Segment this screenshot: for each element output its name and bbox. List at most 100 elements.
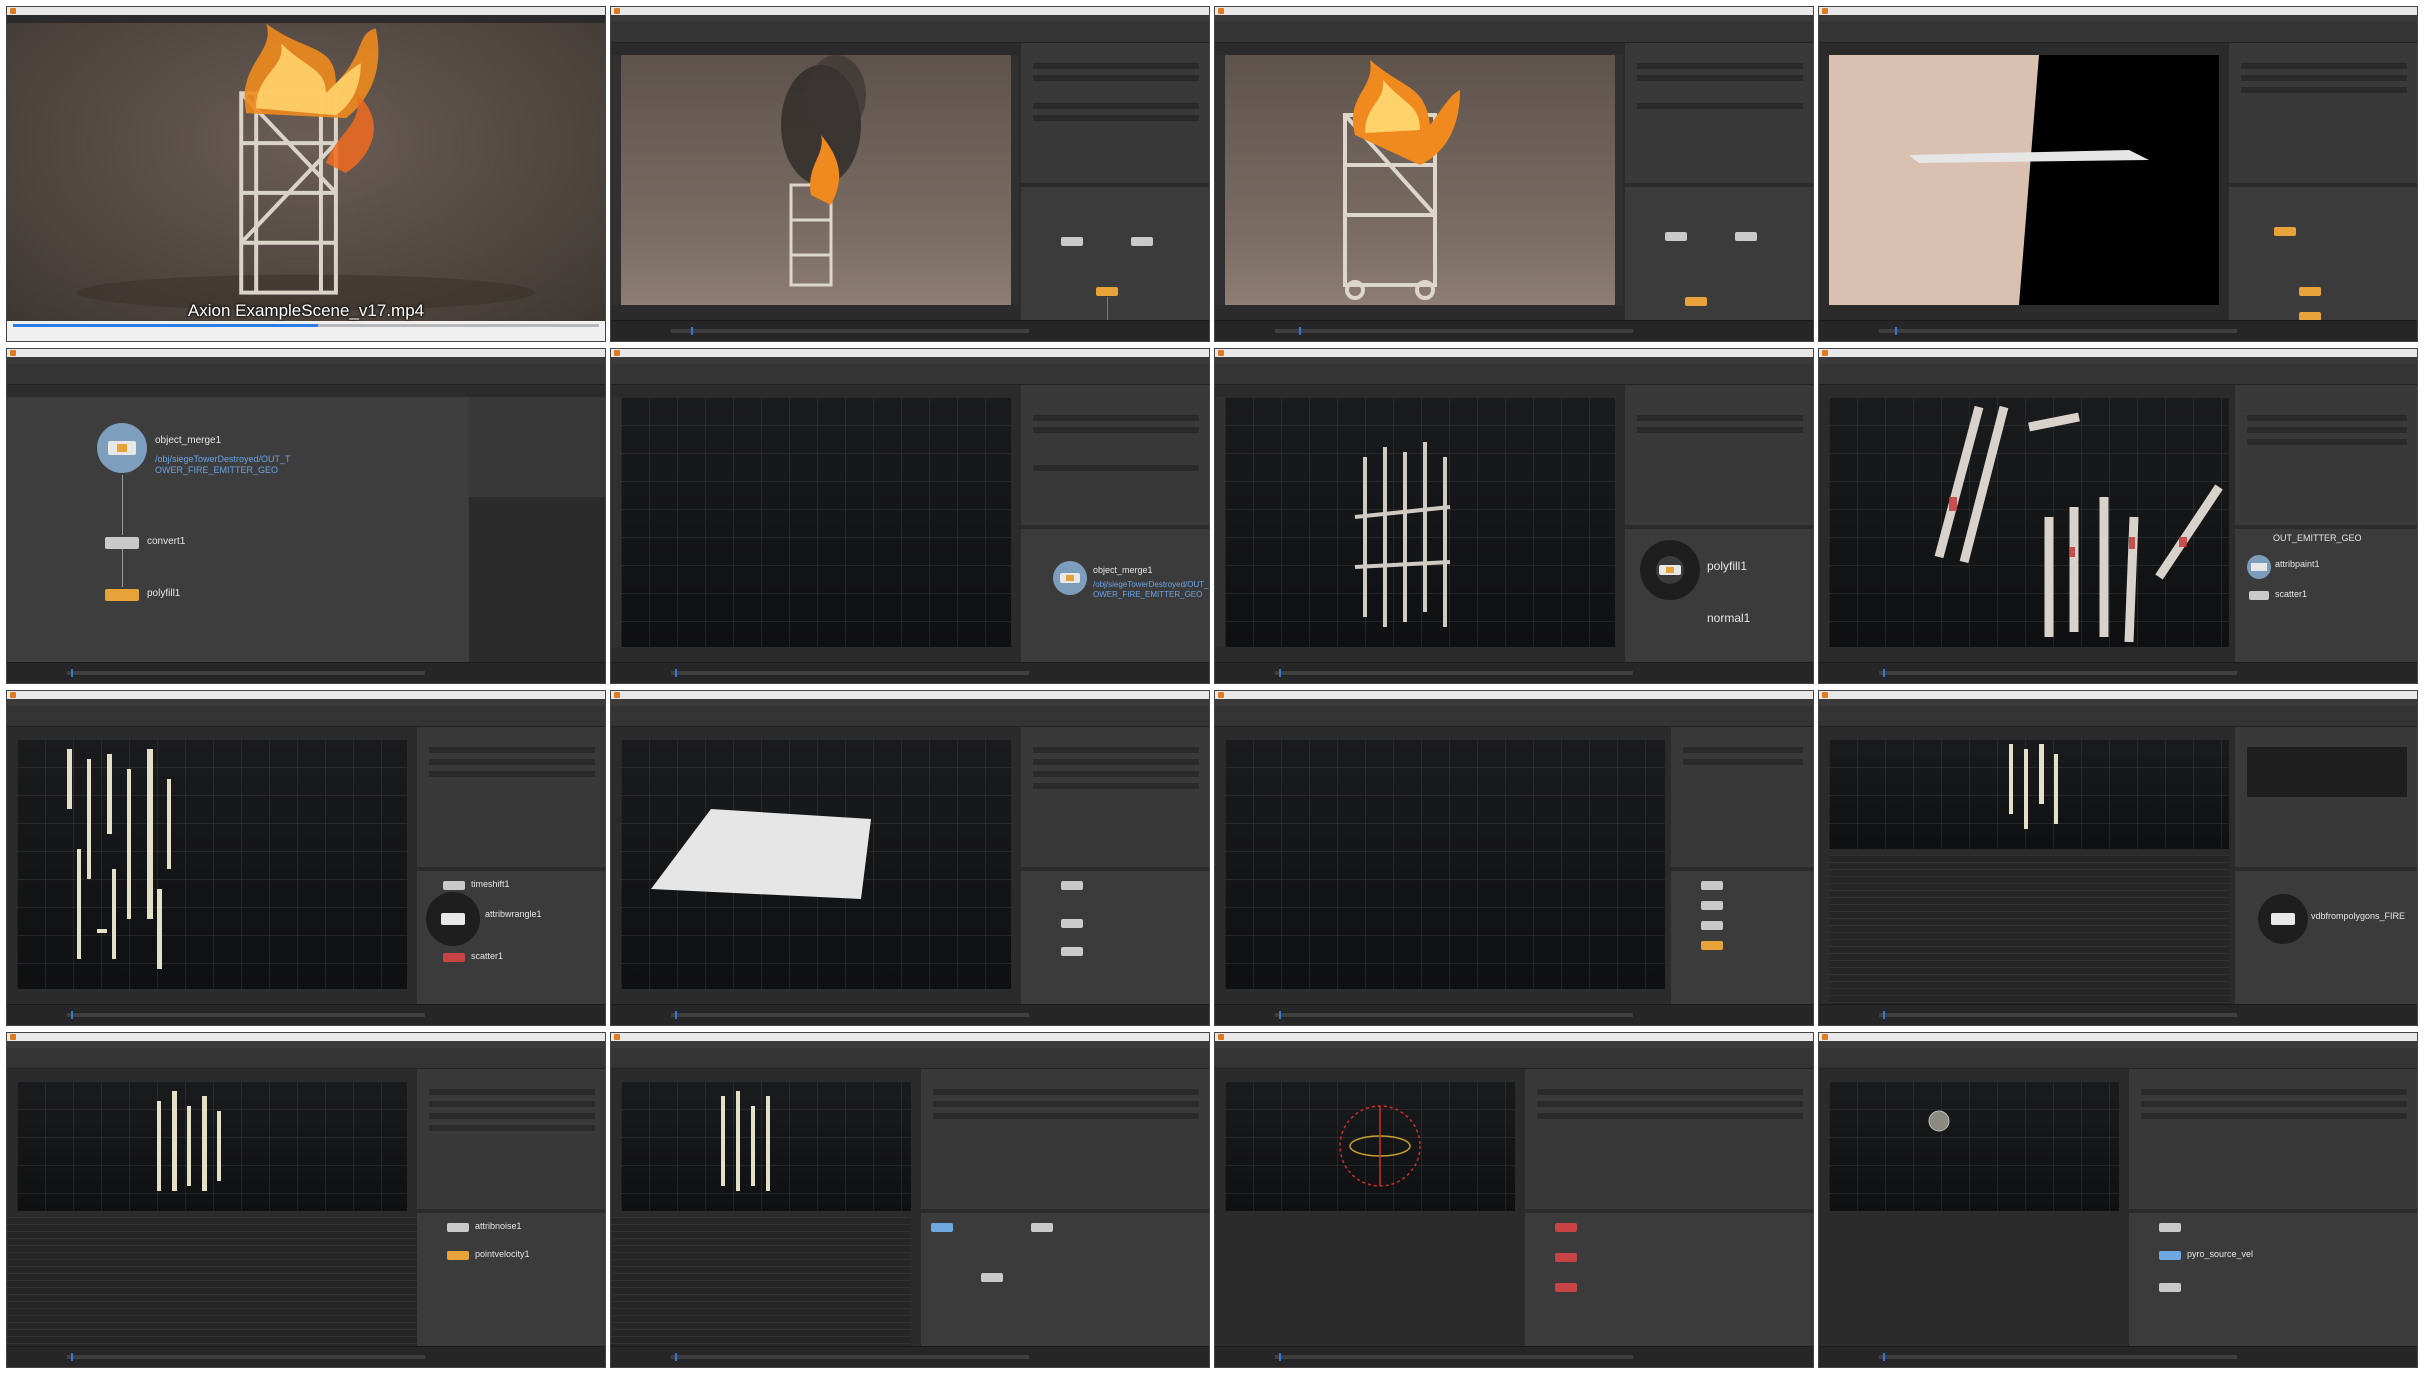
network-node[interactable]: [1555, 1283, 1577, 1292]
network-node[interactable]: [1555, 1223, 1577, 1232]
scene-viewport[interactable]: [1225, 397, 1615, 647]
network-view[interactable]: OUT_EMITTER_GEO attribpaint1 scatter1: [2235, 529, 2417, 663]
node-radial-menu[interactable]: [423, 889, 483, 949]
scene-viewport[interactable]: [621, 739, 1011, 989]
network-node[interactable]: [1665, 232, 1687, 241]
network-node[interactable]: [1096, 287, 1118, 296]
scene-viewport[interactable]: [621, 1081, 911, 1211]
geometry-spreadsheet[interactable]: [611, 1217, 911, 1347]
transform-gizmo[interactable]: [1225, 1081, 1515, 1211]
shelf-toolbar[interactable]: [7, 1048, 605, 1069]
shelf-toolbar[interactable]: [7, 364, 605, 385]
shelf-toolbar[interactable]: [1215, 1048, 1813, 1069]
network-node[interactable]: [931, 1223, 953, 1232]
network-node[interactable]: [1061, 237, 1083, 246]
network-view[interactable]: vdbfrompolygons_FIRE: [2235, 871, 2417, 1005]
parameter-pane[interactable]: [2229, 43, 2417, 183]
shelf-toolbar[interactable]: [1819, 706, 2417, 727]
timeline-bar[interactable]: [1819, 1004, 2417, 1025]
parameter-pane[interactable]: [1021, 43, 1209, 183]
network-view[interactable]: pyro_source_vel: [2129, 1213, 2417, 1347]
shelf-toolbar[interactable]: [1819, 364, 2417, 385]
geometry-spreadsheet[interactable]: [1829, 855, 2229, 1005]
network-node[interactable]: [1061, 919, 1083, 928]
scene-viewport[interactable]: [621, 397, 1011, 647]
network-node[interactable]: [981, 1273, 1003, 1282]
parameter-pane[interactable]: [1021, 727, 1209, 867]
timeline-bar[interactable]: [7, 1004, 605, 1025]
network-node[interactable]: [2299, 287, 2321, 296]
network-view[interactable]: [1671, 871, 1813, 1005]
shelf-toolbar[interactable]: [7, 706, 605, 727]
shelf-toolbar[interactable]: [1819, 1048, 2417, 1069]
network-node[interactable]: [1701, 881, 1723, 890]
scene-viewport[interactable]: [1829, 739, 2229, 849]
timeline-bar[interactable]: [611, 662, 1209, 683]
timeline-bar[interactable]: [7, 662, 605, 683]
timeline-bar[interactable]: [611, 320, 1209, 341]
shelf-toolbar[interactable]: [1215, 364, 1813, 385]
network-node[interactable]: [1061, 881, 1083, 890]
network-node[interactable]: [1061, 947, 1083, 956]
network-node[interactable]: [1131, 237, 1153, 246]
parameter-pane[interactable]: [1671, 727, 1813, 867]
polyfill-node[interactable]: [105, 589, 139, 601]
video-frame[interactable]: Axion ExampleScene_v17.mp4: [7, 23, 605, 321]
parameter-pane[interactable]: [1625, 385, 1813, 525]
timeline-bar[interactable]: [1819, 1346, 2417, 1367]
scene-viewport[interactable]: [1225, 55, 1615, 305]
scene-viewport[interactable]: [1829, 397, 2229, 647]
timeline-bar[interactable]: [611, 1346, 1209, 1367]
network-view[interactable]: [1625, 187, 1813, 321]
shelf-toolbar[interactable]: [1819, 22, 2417, 43]
parameter-pane[interactable]: [2129, 1069, 2417, 1209]
scene-viewport[interactable]: [1829, 1081, 2119, 1211]
object-merge-node-icon[interactable]: [95, 421, 149, 475]
parameter-pane[interactable]: [1021, 385, 1209, 525]
network-node[interactable]: [1701, 941, 1723, 950]
timeline-bar[interactable]: [611, 1004, 1209, 1025]
parameter-pane[interactable]: [2235, 385, 2417, 525]
node-radial-menu[interactable]: [1637, 537, 1703, 603]
network-view[interactable]: [1021, 871, 1209, 1005]
parameter-pane[interactable]: [2235, 727, 2417, 867]
network-node[interactable]: [1685, 297, 1707, 306]
attribnoise-node[interactable]: [447, 1223, 469, 1232]
parameter-pane[interactable]: [921, 1069, 1209, 1209]
network-view[interactable]: [1021, 187, 1209, 321]
network-node[interactable]: [1031, 1223, 1053, 1232]
network-view[interactable]: [921, 1213, 1209, 1347]
shelf-toolbar[interactable]: [611, 706, 1209, 727]
network-view[interactable]: polyfill1 normal1: [1625, 529, 1813, 663]
scene-viewport[interactable]: [621, 55, 1011, 305]
shelf-toolbar[interactable]: [611, 22, 1209, 43]
parameter-pane[interactable]: [417, 1069, 605, 1209]
player-controls[interactable]: [7, 321, 605, 341]
network-node[interactable]: [1701, 901, 1723, 910]
scene-viewport[interactable]: [1225, 1081, 1515, 1211]
timeline-bar[interactable]: [1819, 320, 2417, 341]
network-node[interactable]: [1555, 1253, 1577, 1262]
network-view[interactable]: object_merge1 /obj/siegeTowerDestroyed/O…: [7, 397, 469, 665]
shelf-toolbar[interactable]: [611, 364, 1209, 385]
scene-viewport[interactable]: [1829, 55, 2219, 305]
timeline-bar[interactable]: [7, 1346, 605, 1367]
parameter-pane[interactable]: [417, 727, 605, 867]
scatter-node[interactable]: [2249, 591, 2269, 600]
node-radial-menu[interactable]: [2255, 891, 2311, 947]
shelf-toolbar[interactable]: [1215, 706, 1813, 727]
network-view[interactable]: [2229, 187, 2417, 321]
network-view[interactable]: [1525, 1213, 1813, 1347]
pyro-source-node[interactable]: [2159, 1251, 2181, 1260]
shelf-toolbar[interactable]: [611, 1048, 1209, 1069]
object-merge-node-icon[interactable]: [1051, 559, 1089, 597]
timeline-bar[interactable]: [1215, 662, 1813, 683]
attribpaint-node-icon[interactable]: [2245, 553, 2273, 581]
geometry-spreadsheet[interactable]: [7, 1217, 417, 1347]
shelf-toolbar[interactable]: [1215, 22, 1813, 43]
convert-node[interactable]: [105, 537, 139, 549]
network-node[interactable]: [1735, 232, 1757, 241]
network-view[interactable]: object_merge1 /obj/siegeTowerDestroyed/O…: [1021, 529, 1209, 663]
network-view[interactable]: attribnoise1 pointvelocity1: [417, 1213, 605, 1347]
network-node[interactable]: [2274, 227, 2296, 236]
